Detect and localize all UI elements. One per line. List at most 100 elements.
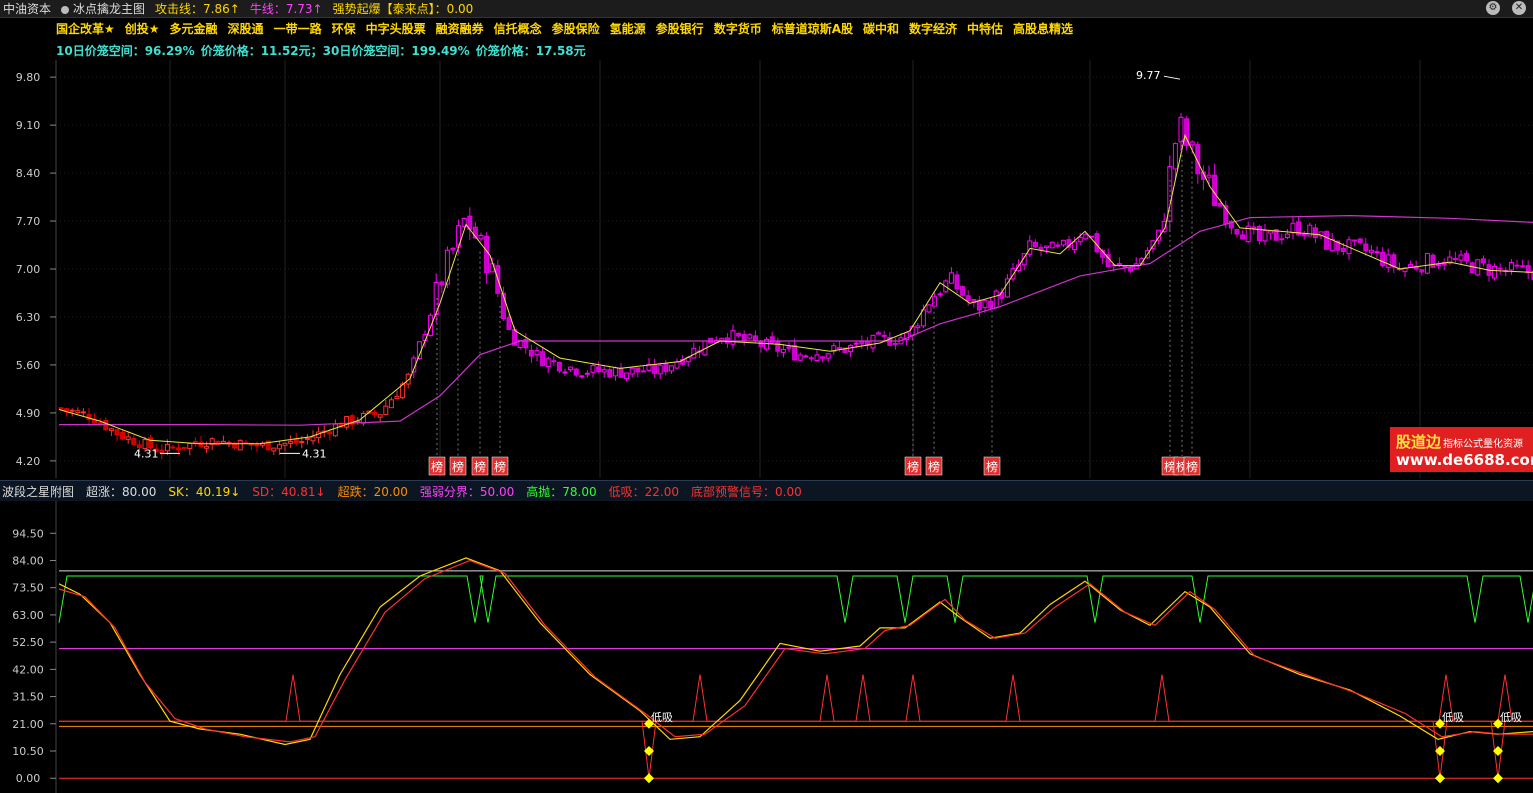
candle-body [1256, 225, 1262, 241]
candle-body [1368, 249, 1374, 253]
candle-body [1352, 239, 1358, 242]
candle-body [674, 361, 680, 369]
candle-body [915, 325, 921, 329]
candle-body [719, 337, 725, 342]
candle-body [1357, 238, 1363, 244]
candle-body [1234, 229, 1240, 235]
candle-body [668, 365, 674, 372]
candle-body [114, 429, 120, 436]
candle-body [1508, 262, 1514, 271]
rank-badge-label: 榜 [452, 459, 464, 474]
candle-body [215, 440, 221, 446]
diamond-signal [644, 773, 654, 784]
candle-body [1430, 254, 1436, 268]
candle-body [131, 437, 137, 445]
y-tick-label: 52.50 [12, 636, 44, 649]
candle-body [1436, 264, 1442, 267]
candle-body [1424, 253, 1430, 274]
candle-body [618, 367, 624, 378]
candle-body [1492, 265, 1498, 279]
low-buy-label: 低吸 [1500, 711, 1522, 724]
candle-body [1116, 263, 1122, 266]
candle-body [1301, 233, 1307, 237]
candle-body [1329, 238, 1335, 252]
candle-body [652, 364, 658, 374]
candle-body [271, 447, 277, 452]
candle-body [75, 410, 81, 414]
candle-body [1464, 253, 1470, 262]
candle-body [159, 449, 165, 454]
candle-body [758, 341, 764, 347]
candle-body [1340, 247, 1346, 252]
candle-body [1217, 202, 1223, 207]
y-tick-label: 6.30 [16, 311, 41, 324]
candle-body [1044, 245, 1050, 249]
candle-body [1172, 143, 1178, 170]
candle-body [881, 334, 887, 337]
candle-body [299, 441, 305, 444]
y-tick-label: 5.60 [16, 359, 41, 372]
candle-body [1380, 251, 1386, 267]
low-price-label: 4.31 [302, 447, 327, 460]
candle-body [64, 408, 70, 412]
rank-badge-label: 榜 [928, 459, 940, 474]
candle-body [528, 349, 534, 357]
candle-body [237, 439, 243, 451]
candle-body [1128, 266, 1134, 272]
candle-body [388, 399, 394, 409]
candle-body [164, 443, 170, 452]
candle-body [97, 422, 103, 425]
candle-body [383, 405, 389, 415]
rank-badge-label: 榜 [474, 459, 486, 474]
candle-body [926, 304, 932, 313]
candle-body [534, 350, 540, 356]
rank-badge-label: 榜 [907, 459, 919, 474]
candle-body [377, 414, 383, 418]
candle-body [1312, 227, 1318, 239]
rank-badge-label: 榜 [494, 459, 506, 474]
y-tick-label: 4.90 [16, 407, 41, 420]
candle-body [556, 361, 562, 372]
rank-badge-label: 榜 [431, 459, 443, 474]
y-tick-label: 7.00 [16, 263, 41, 276]
candle-body [1072, 241, 1078, 251]
y-tick-label: 42.00 [12, 663, 44, 676]
main-chart[interactable]: 9.809.108.407.707.006.305.604.904.20 榜榜榜榜… [0, 0, 1533, 480]
sub-chart[interactable]: 94.50 84.00 73.50 63.00 52.50 42.00 31.50 21.00… [0, 501, 1533, 793]
candle-body [439, 281, 445, 286]
candle-body [747, 334, 753, 339]
candle-body [1514, 264, 1520, 267]
candle-body [428, 314, 434, 336]
series-sd-line [58, 559, 1533, 743]
candle-body [1206, 174, 1212, 178]
candle-body [797, 354, 803, 361]
y-tick-label: 7.70 [16, 215, 41, 228]
candle-body [859, 341, 865, 345]
candle-body [562, 371, 568, 374]
low-buy-line [59, 674, 1533, 722]
candle-body [1077, 236, 1083, 243]
candle-body [876, 332, 882, 335]
candle-body [327, 431, 333, 435]
candle-body [937, 293, 943, 296]
candle-body [450, 247, 456, 251]
high-sell-line [58, 575, 1533, 623]
candle-body [965, 295, 971, 302]
candle-body [545, 358, 551, 367]
candle-body [993, 290, 999, 309]
low-buy-label: 低吸 [1442, 711, 1464, 724]
candle-body [1027, 240, 1033, 255]
candle-body [948, 272, 954, 284]
candle-body [120, 432, 126, 440]
candle-body [444, 249, 450, 285]
rank-badge-label: 榜 [986, 459, 998, 474]
candle-body [1251, 226, 1257, 229]
sub-indicator-value: SK：40.19↓ [168, 484, 241, 499]
candle-body [170, 446, 176, 449]
diamond-signal [1435, 773, 1445, 784]
candle-body [1520, 265, 1526, 268]
candle-body [108, 428, 114, 432]
candle-body [736, 332, 742, 337]
candle-body [148, 437, 154, 449]
y-tick-label: 9.10 [16, 119, 41, 132]
